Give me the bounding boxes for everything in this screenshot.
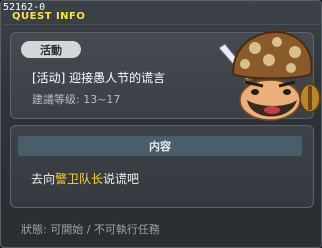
title-divider — [3, 24, 319, 25]
window-title: QUEST INFO — [12, 11, 86, 22]
shield-icon — [299, 83, 321, 113]
content-header: 内容 — [18, 136, 302, 156]
content-text-before: 去向 — [31, 172, 56, 186]
quest-info-window: 52162-0 QUEST INFO 活動 [活动] 迎接愚人节的谎言 建議等级… — [0, 0, 322, 248]
mushroom-npc-portrait — [218, 30, 321, 121]
quest-status: 狀態: 可開始 / 不可執行任務 — [21, 223, 160, 236]
npc-name-link[interactable]: 警卫队长 — [55, 172, 103, 186]
recommended-level: 建議等级: 13~17 — [32, 93, 121, 106]
content-text: 去向警卫队长说谎吧 — [31, 170, 139, 187]
quest-name: [活动] 迎接愚人节的谎言 — [32, 71, 166, 85]
content-text-after: 说谎吧 — [103, 172, 140, 186]
quest-category-tag: 活動 — [21, 41, 81, 58]
